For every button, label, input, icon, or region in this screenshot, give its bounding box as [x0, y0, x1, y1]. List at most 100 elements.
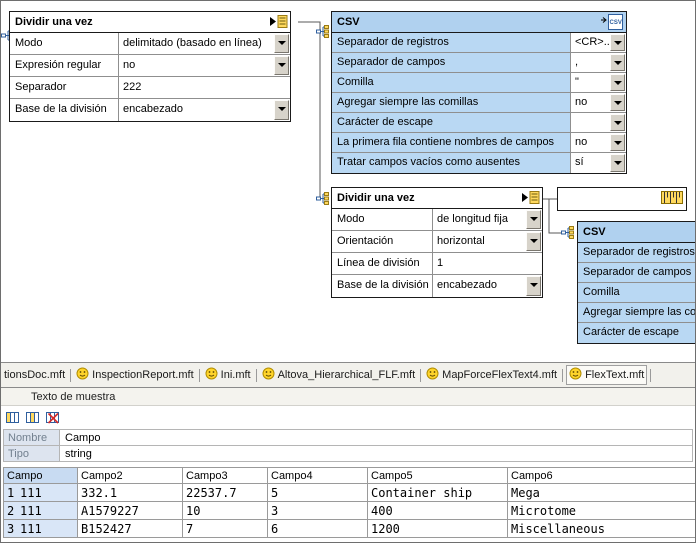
table-cell[interactable]: 10 [182, 501, 268, 520]
document-tab-bar: tionsDoc.mft InspectionReport.mft Ini.mf… [1, 362, 695, 387]
dropdown-button[interactable] [610, 34, 625, 51]
property-row: Separador 222 [10, 77, 290, 99]
table-cell[interactable]: 7 [182, 519, 268, 538]
box-title: CSV [337, 16, 360, 28]
property-value-text: no [575, 96, 588, 108]
mft-file-icon [426, 367, 439, 383]
table-cell[interactable]: Microtome [507, 501, 695, 520]
property-value[interactable]: encabezado [433, 275, 542, 297]
property-value-text: " [575, 76, 579, 88]
box-title: Dividir una vez [15, 16, 93, 28]
property-value[interactable]: 1 [433, 253, 542, 274]
property-value[interactable]: encabezado [119, 99, 290, 121]
tab-ini-mft[interactable]: Ini.mft [203, 365, 253, 385]
property-value[interactable]: no [119, 55, 290, 76]
dropdown-button[interactable] [610, 54, 625, 71]
table-cell[interactable]: B152427 [77, 519, 183, 538]
dropdown-button[interactable] [610, 114, 625, 131]
property-label: Separador [10, 77, 119, 98]
dropdown-button[interactable] [274, 56, 289, 75]
property-value-text: de longitud fija [437, 213, 508, 225]
property-row: Base de la división encabezado [332, 275, 542, 297]
insert-field-button[interactable] [24, 409, 42, 426]
dropdown-button[interactable] [610, 74, 625, 91]
property-value[interactable]: sí [571, 153, 626, 173]
property-value[interactable]: de longitud fija [433, 209, 542, 230]
split-once-box-2[interactable]: Dividir una vez Modo de longitud fija Or… [331, 187, 543, 298]
tab-mapforceflextext4-mft[interactable]: MapForceFlexText4.mft [424, 365, 559, 385]
column-header[interactable]: Campo5 [367, 467, 508, 484]
box-title: Dividir una vez [337, 192, 415, 204]
property-value-text: horizontal [437, 235, 485, 247]
property-value[interactable]: no [571, 93, 626, 112]
column-header[interactable]: Campo6 [507, 467, 695, 484]
table-cell[interactable]: 400 [367, 501, 508, 520]
tab-separator [255, 368, 257, 382]
column-header[interactable]: Campo [3, 467, 78, 484]
property-value[interactable] [571, 113, 626, 132]
table-header-row: Campo Campo2 Campo3 Campo4 Campo5 Campo6 [3, 467, 695, 484]
property-value[interactable]: " [571, 73, 626, 92]
delete-field-button[interactable] [44, 409, 62, 426]
property-value[interactable]: no [571, 133, 626, 152]
table-cell[interactable]: 332.1 [77, 483, 183, 502]
dropdown-button[interactable] [274, 34, 289, 53]
property-label: Línea de división [332, 253, 433, 274]
property-value-text: delimitado (basado en línea) [123, 37, 262, 49]
dropdown-button[interactable] [610, 154, 625, 172]
name-value-field[interactable]: Campo [60, 429, 693, 446]
dropdown-button[interactable] [526, 210, 541, 229]
dropdown-button[interactable] [526, 232, 541, 251]
table-cell[interactable]: Container ship [367, 483, 508, 502]
csv-box-1[interactable]: CSV CSV Separador de registros <CR>... S… [331, 11, 627, 174]
property-value-text: no [123, 59, 136, 71]
property-value[interactable]: horizontal [433, 231, 542, 252]
property-value[interactable]: 222 [119, 77, 290, 98]
dropdown-button[interactable] [610, 94, 625, 111]
form-row: Nombre Campo [3, 429, 693, 446]
csv-icon[interactable]: CSV [600, 14, 624, 30]
column-header[interactable]: Campo2 [77, 467, 183, 484]
tab-altova-hierarchical-flf-mft[interactable]: Altova_Hierarchical_FLF.mft [260, 365, 418, 385]
split-result-icon[interactable] [269, 14, 288, 29]
table-cell[interactable]: 2 111 [3, 501, 78, 520]
dropdown-button[interactable] [526, 276, 541, 296]
box-header: CSV CSV [332, 12, 626, 33]
property-row: Orientación horizontal [332, 231, 542, 253]
table-cell[interactable]: 3 111 [3, 519, 78, 538]
split-once-box-1[interactable]: Dividir una vez Modo delimitado (basado … [9, 11, 291, 122]
table-cell[interactable]: 5 [267, 483, 368, 502]
dropdown-button[interactable] [610, 134, 625, 151]
property-value[interactable]: , [571, 53, 626, 72]
table-cell[interactable]: 1 111 [3, 483, 78, 502]
split-result-icon[interactable] [521, 190, 540, 205]
property-label: Tratar campos vacíos como ausentes [332, 153, 571, 173]
property-value-text: sí [575, 156, 584, 168]
tab-flextext-mft[interactable]: FlexText.mft [566, 365, 648, 385]
append-field-button[interactable] [4, 409, 22, 426]
property-value-text: , [575, 56, 579, 68]
dropdown-button[interactable] [274, 100, 289, 120]
property-value-text: encabezado [123, 103, 183, 115]
property-value[interactable]: <CR>... [571, 33, 626, 52]
table-cell[interactable]: 22537.7 [182, 483, 268, 502]
tab-tionsdoc-mft[interactable]: tionsDoc.mft [2, 367, 67, 383]
property-label: Separador de registros [332, 33, 571, 52]
type-value-field[interactable]: string [60, 445, 693, 462]
tab-label: Altova_Hierarchical_FLF.mft [277, 369, 416, 381]
table-cell[interactable]: 1200 [367, 519, 508, 538]
csv-box-2[interactable]: CSV Separador de registros Separador de … [577, 221, 695, 344]
tab-inspectionreport-mft[interactable]: InspectionReport.mft [74, 365, 196, 385]
property-label: Agregar siempre las comillas [578, 303, 695, 323]
table-cell[interactable]: Mega [507, 483, 695, 502]
property-label: Modo [10, 33, 119, 54]
table-cell[interactable]: 3 [267, 501, 368, 520]
node-box-small[interactable] [557, 187, 687, 211]
table-cell[interactable]: A1579227 [77, 501, 183, 520]
column-header[interactable]: Campo4 [267, 467, 368, 484]
property-label: Separador de campos [578, 263, 695, 283]
table-cell[interactable]: Miscellaneous [507, 519, 695, 538]
column-header[interactable]: Campo3 [182, 467, 268, 484]
property-value[interactable]: delimitado (basado en línea) [119, 33, 290, 54]
table-cell[interactable]: 6 [267, 519, 368, 538]
